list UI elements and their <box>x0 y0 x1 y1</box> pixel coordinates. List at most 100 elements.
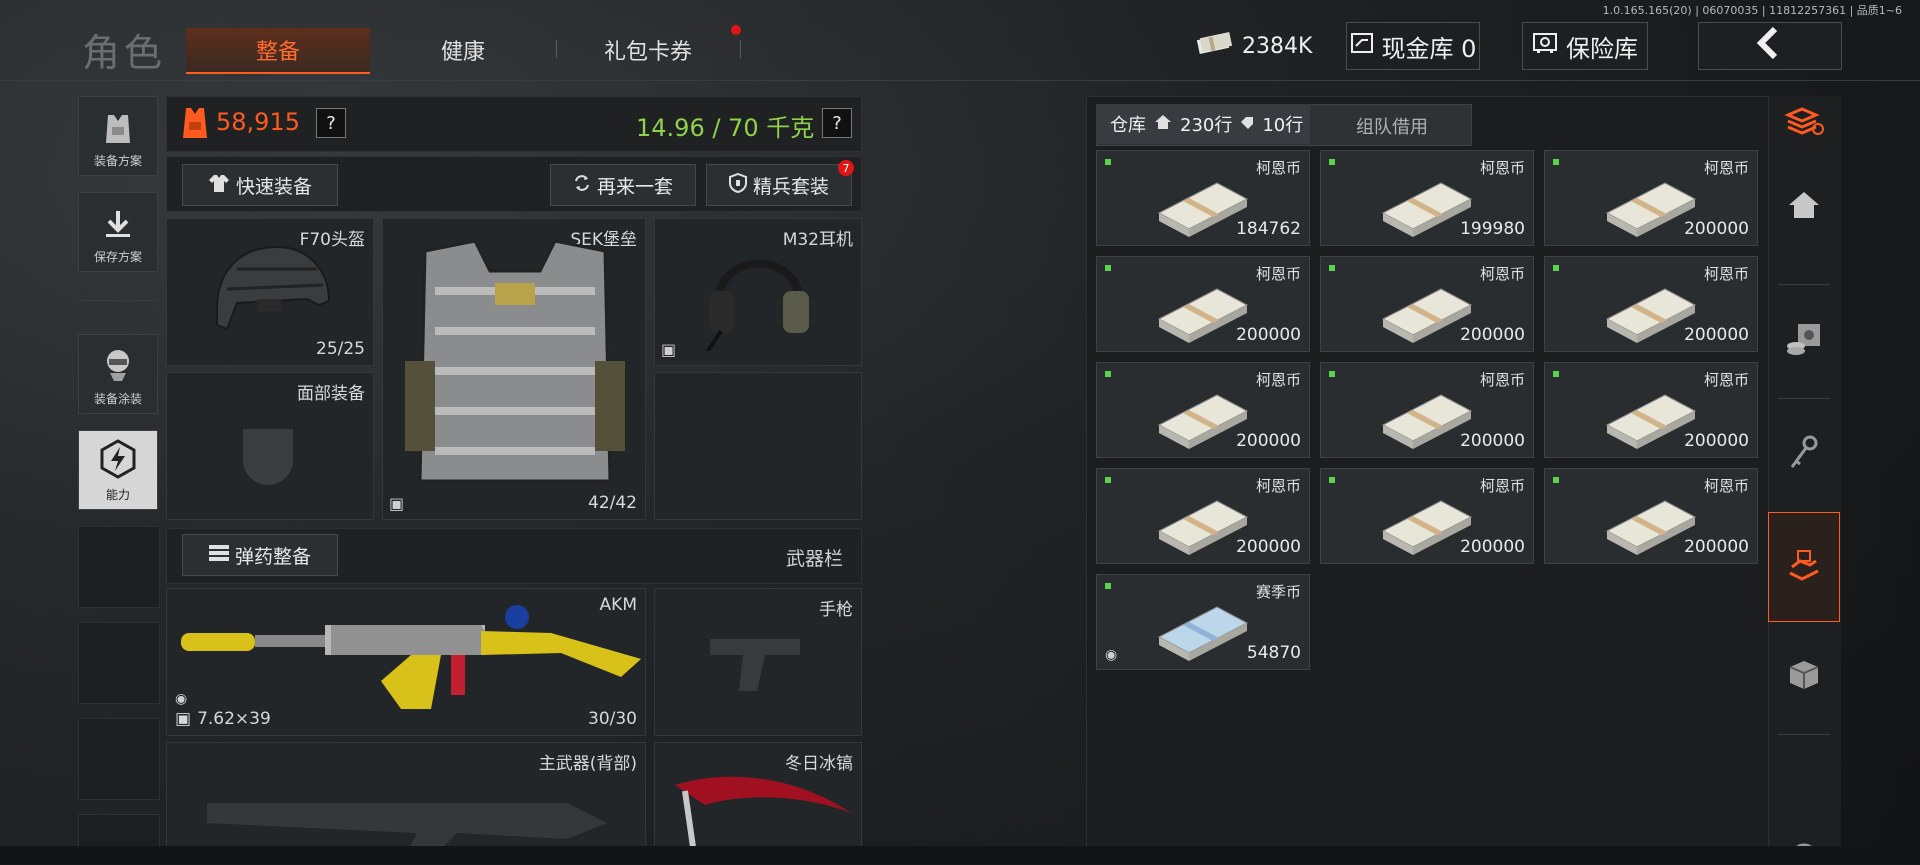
new-indicator <box>1553 159 1559 165</box>
item-name: 柯恩币 <box>1479 477 1525 495</box>
warehouse-item[interactable]: 柯恩币 200000 <box>1096 468 1310 564</box>
item-quantity: 200000 <box>1460 537 1525 557</box>
warehouse-item[interactable]: 柯恩币 200000 <box>1320 256 1534 352</box>
safe-button[interactable]: 保险库 <box>1522 22 1648 70</box>
loadout-plan-label: 装备方案 <box>93 154 142 168</box>
rifle-icon <box>181 601 641 715</box>
item-name: 柯恩币 <box>1255 371 1301 389</box>
cash-vault-label: 现金库 0 <box>1381 34 1477 63</box>
back-button[interactable] <box>1698 22 1842 70</box>
shirt-icon <box>208 173 230 198</box>
ability-button[interactable]: 能力 <box>78 430 158 510</box>
empty-side-slot <box>78 622 160 704</box>
new-indicator <box>1553 371 1559 377</box>
armor-durability: 42/42 <box>588 493 637 513</box>
item-name: 柯恩币 <box>1703 265 1749 283</box>
item-name: 柯恩币 <box>1479 371 1525 389</box>
loadout-plan-button[interactable]: 装备方案 <box>78 96 158 176</box>
cash-bundle-icon <box>1155 593 1251 667</box>
warehouse-item[interactable]: 柯恩币 199980 <box>1320 150 1534 246</box>
nav-boxes[interactable] <box>1768 626 1840 728</box>
warehouse-rows-a: 230行 <box>1180 115 1233 136</box>
new-indicator <box>1105 477 1111 483</box>
new-indicator <box>1105 371 1111 377</box>
pistol-placeholder-icon <box>705 629 805 703</box>
back-arrow-icon <box>1755 26 1785 65</box>
tab-gift-cards[interactable]: 礼包卡券 <box>578 28 718 72</box>
pistol-slot[interactable]: 手枪 <box>654 588 862 736</box>
new-indicator <box>1553 477 1559 483</box>
sort-stack-button[interactable] <box>1768 96 1840 152</box>
item-quantity: 184762 <box>1236 219 1301 239</box>
warehouse-item[interactable]: 柯恩币 200000 <box>1544 256 1758 352</box>
vault-icon <box>1350 32 1374 60</box>
warehouse-item[interactable]: 柯恩币 200000 <box>1320 362 1534 458</box>
nav-keys[interactable] <box>1768 404 1840 506</box>
gear-skin-button[interactable]: 装备涂装 <box>78 334 158 414</box>
item-name: 柯恩币 <box>1479 159 1525 177</box>
new-indicator <box>1329 265 1335 271</box>
quick-equip-button[interactable]: 快速装备 <box>182 164 338 206</box>
notification-dot <box>731 25 741 35</box>
save-plan-button[interactable]: 保存方案 <box>78 192 158 272</box>
weight-help-button[interactable]: ? <box>822 108 852 138</box>
safe-label: 保险库 <box>1566 34 1638 63</box>
nav-quick-items[interactable] <box>1768 512 1840 622</box>
cash-stack-icon <box>1196 31 1233 61</box>
hand-box-icon <box>1786 547 1822 587</box>
melee-slot[interactable]: 冬日冰镐 <box>654 742 862 862</box>
team-borrow-tab[interactable]: 组队借用 <box>1356 113 1428 139</box>
tab-health[interactable]: 健康 <box>400 28 526 72</box>
face-slot[interactable]: 面部装备 <box>166 372 374 520</box>
elite-set-button[interactable]: 精兵套装 <box>706 164 852 206</box>
item-quantity: 54870 <box>1246 643 1301 663</box>
back-weapon-slot[interactable]: 主武器(背部) <box>166 742 646 862</box>
new-indicator <box>1105 265 1111 271</box>
armor-vest-icon <box>395 231 635 505</box>
empty-gear-slot[interactable] <box>654 372 862 520</box>
empty-side-slot <box>78 718 160 800</box>
warehouse-tab[interactable]: 仓库 230行 10行 <box>1096 104 1310 144</box>
primary-weapon-slot[interactable]: AKM ◉ ▣ 7.62×39 30/30 <box>166 588 646 736</box>
new-indicator <box>1105 159 1111 165</box>
again-button[interactable]: 再来一套 <box>550 164 696 206</box>
gear-skin-label: 装备涂装 <box>93 392 142 406</box>
helmet-icon <box>207 239 337 353</box>
again-label: 再来一套 <box>596 175 673 198</box>
helmet-slot[interactable]: F70头盔 25/25 <box>166 218 374 366</box>
elite-set-label: 精兵套装 <box>752 175 829 198</box>
warehouse-item[interactable]: 柯恩币 200000 <box>1096 362 1310 458</box>
nav-coins[interactable] <box>1768 290 1840 392</box>
item-name: 赛季币 <box>1255 583 1301 601</box>
weapon-bar-label: 武器栏 <box>786 548 844 570</box>
stack-sort-icon <box>1784 107 1824 141</box>
value-help-button[interactable]: ? <box>316 108 346 138</box>
item-quantity: 200000 <box>1460 325 1525 345</box>
ammo-prep-label: 弹药整备 <box>234 545 311 568</box>
item-name: 柯恩币 <box>1703 159 1749 177</box>
new-indicator <box>1553 265 1559 271</box>
safe-icon <box>1532 32 1558 60</box>
item-quantity: 200000 <box>1684 431 1749 451</box>
headset-icon <box>699 231 819 361</box>
armor-slot[interactable]: SEK堡垒 ▣ 42/42 <box>382 218 646 520</box>
key-icon <box>1788 435 1820 475</box>
warehouse-item[interactable]: 柯恩币 200000 <box>1544 468 1758 564</box>
warehouse-item[interactable]: 赛季币 54870 ◉ <box>1096 574 1310 670</box>
item-quantity: 200000 <box>1460 431 1525 451</box>
money-display: 2384K <box>1196 28 1312 64</box>
warehouse-item[interactable]: 柯恩币 200000 <box>1096 256 1310 352</box>
tab-gear[interactable]: 整备 <box>186 28 370 74</box>
warehouse-item[interactable]: 柯恩币 200000 <box>1320 468 1534 564</box>
headset-slot[interactable]: M32耳机 ▣ <box>654 218 862 366</box>
cash-vault-button[interactable]: 现金库 0 <box>1346 22 1480 70</box>
warehouse-item[interactable]: 柯恩币 200000 <box>1544 362 1758 458</box>
warehouse-item[interactable]: 柯恩币 184762 <box>1096 150 1310 246</box>
warehouse-rows-b: 10行 <box>1262 115 1304 136</box>
download-icon <box>103 209 133 242</box>
primary-caliber: 7.62×39 <box>197 709 271 729</box>
warehouse-item[interactable]: 柯恩币 200000 <box>1544 150 1758 246</box>
box-icon: ▣ <box>389 494 405 513</box>
nav-home[interactable] <box>1768 156 1840 258</box>
ammo-prep-button[interactable]: 弹药整备 <box>182 534 338 576</box>
